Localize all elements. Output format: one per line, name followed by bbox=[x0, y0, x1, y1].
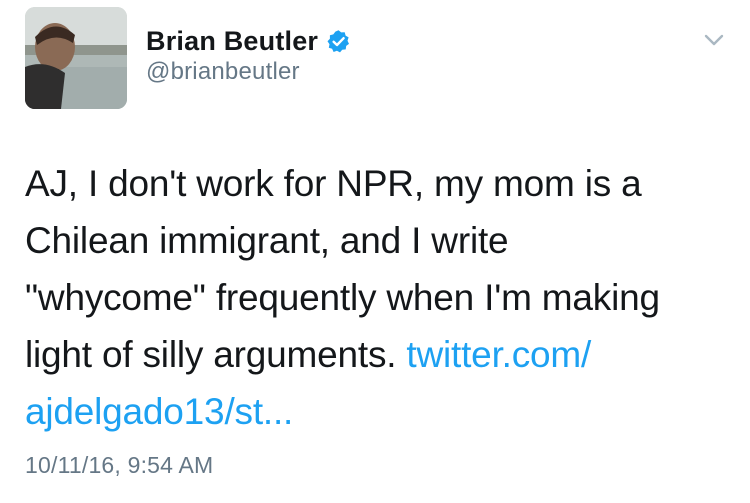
tweet-text: AJ, I don't work for NPR, my mom is a Ch… bbox=[25, 155, 737, 440]
tweet-text-line: Chilean immigrant, and I write bbox=[25, 220, 509, 261]
tweet-text-line: ajdelgado13/st... bbox=[25, 383, 737, 440]
verified-badge-icon bbox=[326, 29, 351, 54]
author-handle[interactable]: @brianbeutler bbox=[146, 58, 300, 86]
tweet-text-segment: light of silly arguments. bbox=[25, 334, 407, 375]
tweet-text-line: light of silly arguments. twitter.com/ bbox=[25, 326, 737, 383]
chevron-down-icon[interactable] bbox=[700, 26, 728, 54]
avatar-photo bbox=[25, 7, 127, 109]
tweet-link-continued[interactable]: ajdelgado13/st... bbox=[25, 391, 293, 432]
tweet-card: Brian Beutler @brianbeutler AJ, I don't … bbox=[0, 0, 750, 503]
author-name-row: Brian Beutler bbox=[146, 22, 351, 60]
tweet-text-line: AJ, I don't work for NPR, my mom is a bbox=[25, 163, 642, 204]
tweet-link[interactable]: twitter.com/ bbox=[406, 334, 591, 375]
author-avatar[interactable] bbox=[25, 7, 127, 109]
author-display-name[interactable]: Brian Beutler bbox=[146, 26, 318, 57]
tweet-text-line: "whycome" frequently when I'm making bbox=[25, 277, 660, 318]
tweet-timestamp[interactable]: 10/11/16, 9:54 AM bbox=[25, 452, 213, 479]
